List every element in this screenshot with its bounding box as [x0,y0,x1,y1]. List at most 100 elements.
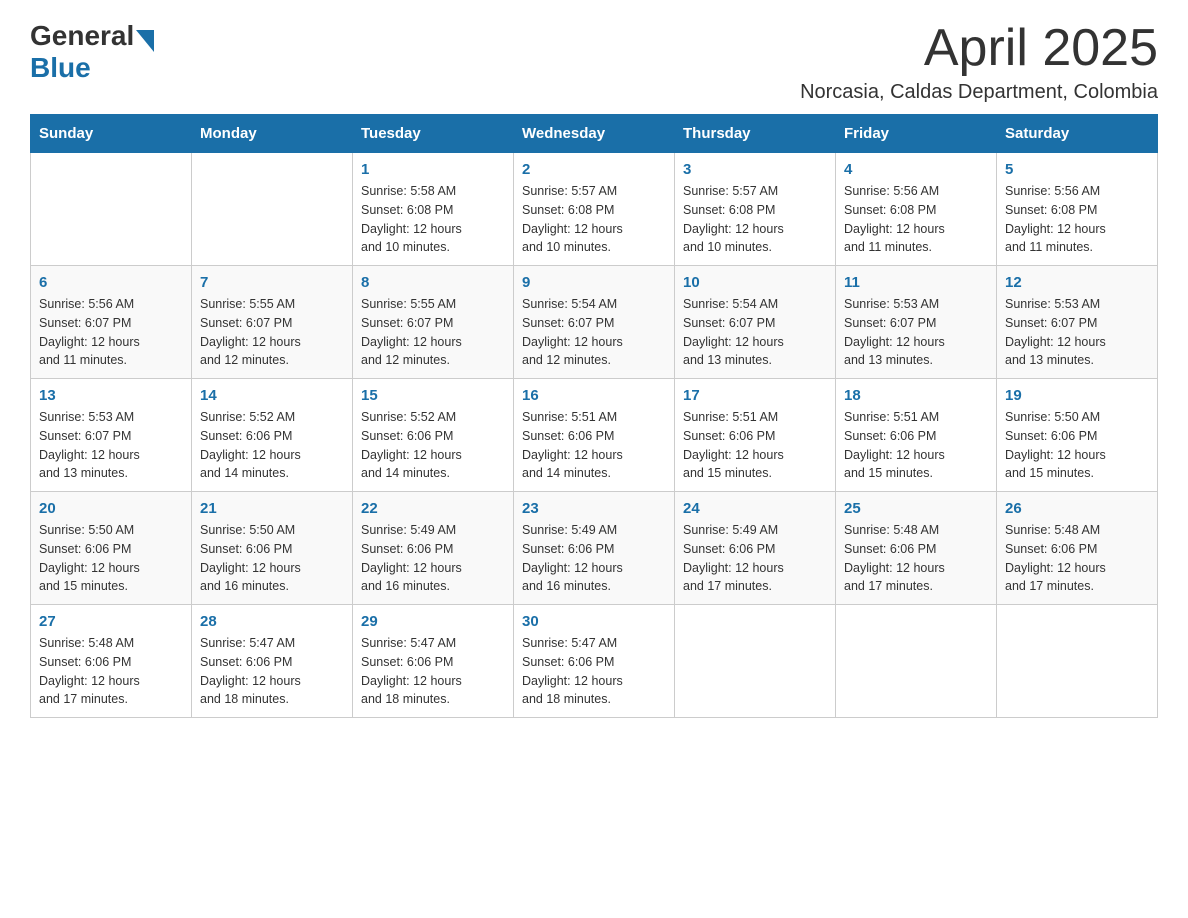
calendar-cell: 7 Sunrise: 5:55 AM Sunset: 6:07 PM Daylig… [192,266,353,379]
day-number: 1 [361,161,505,178]
calendar-cell [997,605,1158,718]
day-detail: Sunrise: 5:50 AM Sunset: 6:06 PM Dayligh… [1005,408,1149,483]
day-detail: Sunrise: 5:54 AM Sunset: 6:07 PM Dayligh… [683,295,827,370]
logo-blue-text: Blue [30,52,91,84]
page-header: General Blue April 2025 Norcasia, Caldas… [30,20,1158,104]
logo-general-text: General [30,20,134,52]
day-number: 24 [683,500,827,517]
calendar-cell: 15Sunrise: 5:52 AM Sunset: 6:06 PM Dayli… [353,379,514,492]
day-detail: Sunrise: 5:51 AM Sunset: 6:06 PM Dayligh… [683,408,827,483]
page-title: April 2025 [800,20,1158,77]
day-number: 27 [39,613,183,630]
day-number: 28 [200,613,344,630]
day-header-tuesday: Tuesday [353,115,514,153]
day-number: 22 [361,500,505,517]
calendar-header: SundayMondayTuesdayWednesdayThursdayFrid… [31,115,1158,153]
day-number: 5 [1005,161,1149,178]
calendar-cell: 14Sunrise: 5:52 AM Sunset: 6:06 PM Dayli… [192,379,353,492]
day-detail: Sunrise: 5:48 AM Sunset: 6:06 PM Dayligh… [1005,521,1149,596]
day-number: 18 [844,387,988,404]
day-detail: Sunrise: 5:47 AM Sunset: 6:06 PM Dayligh… [522,634,666,709]
day-detail: Sunrise: 5:47 AM Sunset: 6:06 PM Dayligh… [200,634,344,709]
day-number: 9 [522,274,666,291]
day-header-saturday: Saturday [997,115,1158,153]
day-detail: Sunrise: 5:57 AM Sunset: 6:08 PM Dayligh… [522,182,666,257]
day-detail: Sunrise: 5:56 AM Sunset: 6:08 PM Dayligh… [844,182,988,257]
calendar-cell: 19 Sunrise: 5:50 AM Sunset: 6:06 PM Dayli… [997,379,1158,492]
calendar-cell: 11Sunrise: 5:53 AM Sunset: 6:07 PM Dayli… [836,266,997,379]
calendar-cell: 5Sunrise: 5:56 AM Sunset: 6:08 PM Daylig… [997,153,1158,266]
calendar-cell: 3Sunrise: 5:57 AM Sunset: 6:08 PM Daylig… [675,153,836,266]
day-header-thursday: Thursday [675,115,836,153]
calendar-cell: 20 Sunrise: 5:50 AM Sunset: 6:06 PM Dayli… [31,492,192,605]
calendar-cell: 21Sunrise: 5:50 AM Sunset: 6:06 PM Dayli… [192,492,353,605]
calendar-cell: 4 Sunrise: 5:56 AM Sunset: 6:08 PM Daylig… [836,153,997,266]
day-number: 25 [844,500,988,517]
day-detail: Sunrise: 5:49 AM Sunset: 6:06 PM Dayligh… [683,521,827,596]
day-detail: Sunrise: 5:56 AM Sunset: 6:07 PM Dayligh… [39,295,183,370]
day-number: 30 [522,613,666,630]
day-detail: Sunrise: 5:55 AM Sunset: 6:07 PM Dayligh… [361,295,505,370]
calendar-cell: 25 Sunrise: 5:48 AM Sunset: 6:06 PM Dayli… [836,492,997,605]
calendar-cell: 28 Sunrise: 5:47 AM Sunset: 6:06 PM Dayli… [192,605,353,718]
day-detail: Sunrise: 5:58 AM Sunset: 6:08 PM Dayligh… [361,182,505,257]
calendar-table: SundayMondayTuesdayWednesdayThursdayFrid… [30,114,1158,718]
week-row-5: 27 Sunrise: 5:48 AM Sunset: 6:06 PM Dayli… [31,605,1158,718]
day-detail: Sunrise: 5:57 AM Sunset: 6:08 PM Dayligh… [683,182,827,257]
day-number: 2 [522,161,666,178]
day-header-row: SundayMondayTuesdayWednesdayThursdayFrid… [31,115,1158,153]
day-detail: Sunrise: 5:51 AM Sunset: 6:06 PM Dayligh… [844,408,988,483]
day-number: 10 [683,274,827,291]
calendar-cell: 1 Sunrise: 5:58 AM Sunset: 6:08 PM Daylig… [353,153,514,266]
title-block: April 2025 Norcasia, Caldas Department, … [800,20,1158,104]
week-row-1: 1 Sunrise: 5:58 AM Sunset: 6:08 PM Daylig… [31,153,1158,266]
day-number: 7 [200,274,344,291]
day-detail: Sunrise: 5:50 AM Sunset: 6:06 PM Dayligh… [39,521,183,596]
day-number: 20 [39,500,183,517]
week-row-3: 13Sunrise: 5:53 AM Sunset: 6:07 PM Dayli… [31,379,1158,492]
calendar-cell: 17 Sunrise: 5:51 AM Sunset: 6:06 PM Dayli… [675,379,836,492]
day-number: 23 [522,500,666,517]
day-header-wednesday: Wednesday [514,115,675,153]
calendar-cell: 22Sunrise: 5:49 AM Sunset: 6:06 PM Dayli… [353,492,514,605]
day-number: 12 [1005,274,1149,291]
calendar-cell: 8 Sunrise: 5:55 AM Sunset: 6:07 PM Daylig… [353,266,514,379]
logo-arrow-icon [136,30,154,52]
day-number: 4 [844,161,988,178]
calendar-cell: 2 Sunrise: 5:57 AM Sunset: 6:08 PM Daylig… [514,153,675,266]
day-number: 15 [361,387,505,404]
day-detail: Sunrise: 5:49 AM Sunset: 6:06 PM Dayligh… [522,521,666,596]
calendar-cell: 18 Sunrise: 5:51 AM Sunset: 6:06 PM Dayli… [836,379,997,492]
day-number: 17 [683,387,827,404]
calendar-cell: 13Sunrise: 5:53 AM Sunset: 6:07 PM Dayli… [31,379,192,492]
day-number: 16 [522,387,666,404]
logo: General Blue [30,20,154,84]
day-detail: Sunrise: 5:48 AM Sunset: 6:06 PM Dayligh… [844,521,988,596]
day-detail: Sunrise: 5:53 AM Sunset: 6:07 PM Dayligh… [1005,295,1149,370]
calendar-cell: 24 Sunrise: 5:49 AM Sunset: 6:06 PM Dayli… [675,492,836,605]
calendar-cell: 27 Sunrise: 5:48 AM Sunset: 6:06 PM Dayli… [31,605,192,718]
day-detail: Sunrise: 5:50 AM Sunset: 6:06 PM Dayligh… [200,521,344,596]
calendar-cell: 9 Sunrise: 5:54 AM Sunset: 6:07 PM Daylig… [514,266,675,379]
day-detail: Sunrise: 5:53 AM Sunset: 6:07 PM Dayligh… [39,408,183,483]
day-detail: Sunrise: 5:55 AM Sunset: 6:07 PM Dayligh… [200,295,344,370]
day-detail: Sunrise: 5:53 AM Sunset: 6:07 PM Dayligh… [844,295,988,370]
day-detail: Sunrise: 5:54 AM Sunset: 6:07 PM Dayligh… [522,295,666,370]
day-number: 26 [1005,500,1149,517]
week-row-4: 20 Sunrise: 5:50 AM Sunset: 6:06 PM Dayli… [31,492,1158,605]
calendar-cell [31,153,192,266]
calendar-body: 1 Sunrise: 5:58 AM Sunset: 6:08 PM Daylig… [31,153,1158,718]
day-detail: Sunrise: 5:48 AM Sunset: 6:06 PM Dayligh… [39,634,183,709]
calendar-cell: 10 Sunrise: 5:54 AM Sunset: 6:07 PM Dayli… [675,266,836,379]
calendar-cell [192,153,353,266]
calendar-cell: 29Sunrise: 5:47 AM Sunset: 6:06 PM Dayli… [353,605,514,718]
day-number: 6 [39,274,183,291]
page-subtitle: Norcasia, Caldas Department, Colombia [800,81,1158,104]
calendar-cell: 16Sunrise: 5:51 AM Sunset: 6:06 PM Dayli… [514,379,675,492]
day-number: 8 [361,274,505,291]
calendar-cell: 26 Sunrise: 5:48 AM Sunset: 6:06 PM Dayli… [997,492,1158,605]
calendar-cell [836,605,997,718]
day-detail: Sunrise: 5:47 AM Sunset: 6:06 PM Dayligh… [361,634,505,709]
day-detail: Sunrise: 5:52 AM Sunset: 6:06 PM Dayligh… [200,408,344,483]
day-number: 19 [1005,387,1149,404]
